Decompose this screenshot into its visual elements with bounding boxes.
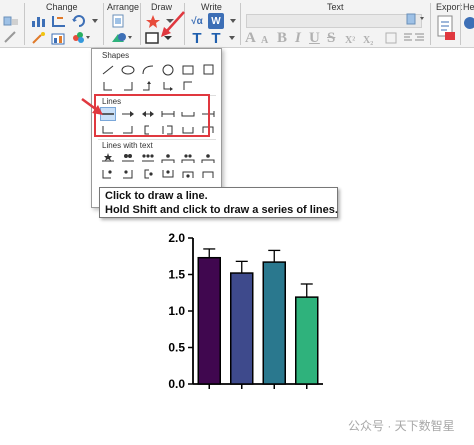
text-tool-label: T	[192, 29, 202, 47]
word-object-icon[interactable]: W	[208, 13, 224, 29]
group-separator	[460, 3, 461, 45]
arrange-group-label: Arrange	[107, 2, 140, 12]
text-end-bracket-tool[interactable]	[200, 167, 216, 181]
text-box-button[interactable]: T	[207, 29, 225, 47]
shapes-row-1	[100, 63, 216, 77]
y-tick-label: 2.0	[168, 231, 185, 245]
bracket-left-icon[interactable]	[100, 79, 116, 93]
bar	[295, 296, 319, 385]
text-step-tool[interactable]	[100, 167, 116, 181]
text-left-bracket-tool[interactable]	[140, 167, 156, 181]
elbow-right-icon[interactable]	[160, 79, 176, 93]
group-separator	[140, 3, 141, 45]
text-u-bracket-tool[interactable]	[160, 167, 176, 181]
tooltip-line-2: Hold Shift and click to draw a series of…	[105, 204, 338, 216]
y-tick-label: 1.5	[168, 268, 185, 282]
strikethrough-button[interactable]: S	[327, 31, 335, 46]
group-separator	[103, 3, 104, 45]
text-bracket-3-tool[interactable]	[200, 151, 216, 165]
lines-text-row-2	[100, 167, 216, 181]
change-group-label: Change	[46, 2, 78, 12]
dropdown-arrow-icon[interactable]	[90, 13, 100, 29]
y-tick-label: 0.0	[168, 377, 185, 391]
text-tool-button[interactable]: T	[188, 29, 206, 47]
bar-chart[interactable]: 0.0 0.5 1.0 1.5 2.0	[160, 228, 360, 408]
shapes-row-2	[100, 79, 196, 93]
y-tick-label: 0.5	[168, 341, 185, 355]
double-star-line-tool[interactable]	[120, 151, 136, 165]
bold-button[interactable]: B	[277, 31, 287, 46]
pen-icon[interactable]	[2, 30, 20, 44]
group-objects-icon[interactable]	[110, 30, 136, 46]
group-separator	[430, 3, 431, 45]
help-icon[interactable]	[462, 14, 474, 32]
ribbon-toolbar: Change Arrange Draw Write Text Export He	[0, 0, 474, 48]
greek-symbol-icon[interactable]	[384, 31, 398, 45]
lines-with-text-section-title: Lines with text	[102, 141, 153, 150]
export-icon[interactable]	[434, 13, 458, 43]
watermark-text: 公众号 · 天下数智星	[348, 419, 455, 433]
draw-line-tooltip: Click to draw a line. Hold Shift and cli…	[99, 187, 338, 218]
elbow-up-icon[interactable]	[140, 79, 156, 93]
red-pointer-arrow-icon	[81, 97, 103, 115]
lines-highlight-box	[94, 94, 210, 137]
text-align-icon[interactable]	[402, 31, 426, 45]
line-shape-icon[interactable]	[100, 63, 116, 77]
text-tool-dropdown-icon[interactable]	[226, 30, 238, 46]
arc-shape-icon[interactable]	[140, 63, 156, 77]
y-tick-label: 1.0	[168, 304, 185, 318]
square-shape-icon[interactable]	[200, 63, 216, 77]
red-pointer-arrow-icon	[158, 10, 186, 38]
lines-text-row-1	[100, 151, 216, 165]
section-divider	[98, 139, 216, 140]
equation-label: √α	[191, 15, 203, 27]
text-bracket-tool[interactable]	[160, 151, 176, 165]
refresh-icon[interactable]	[70, 13, 88, 29]
text-bracket-2-tool[interactable]	[180, 151, 196, 165]
help-group-label: He	[463, 2, 474, 12]
triple-star-line-tool[interactable]	[140, 151, 156, 165]
star-line-tool[interactable]	[100, 151, 116, 165]
subscript-button[interactable]: X₂	[363, 33, 373, 48]
underline-button[interactable]: U	[309, 31, 320, 46]
format-graph-icon[interactable]	[50, 30, 68, 46]
align-icon[interactable]	[110, 13, 128, 29]
magic-wand-icon[interactable]	[30, 30, 48, 46]
write-more-arrow-icon[interactable]	[227, 13, 239, 29]
decrease-font-size-button[interactable]: A	[261, 33, 268, 48]
bar	[230, 272, 254, 385]
partial-toolbar-button[interactable]	[2, 14, 20, 28]
bar	[262, 261, 286, 385]
text-corner-tool[interactable]	[120, 167, 136, 181]
superscript-button[interactable]: X²	[345, 33, 355, 48]
change-graph-type-icon[interactable]	[30, 13, 48, 29]
group-separator	[240, 3, 241, 45]
increase-font-size-button[interactable]: A	[245, 31, 256, 46]
bracket-right-icon[interactable]	[120, 79, 136, 93]
color-scheme-icon[interactable]	[70, 30, 92, 46]
write-group-label: Write	[201, 2, 222, 12]
circle-shape-icon[interactable]	[160, 63, 176, 77]
bracket-shape-icon[interactable]	[180, 79, 196, 93]
export-group-label: Export	[436, 2, 463, 12]
group-separator	[24, 3, 25, 45]
rectangle-shape-icon[interactable]	[180, 63, 196, 77]
bar	[197, 256, 221, 385]
word-label: W	[211, 15, 221, 27]
tooltip-line-1: Click to draw a line.	[105, 190, 208, 202]
swap-axes-icon[interactable]	[50, 13, 68, 29]
shapes-section-title: Shapes	[102, 51, 130, 60]
insert-equation-icon[interactable]: √α	[188, 13, 206, 29]
ellipse-shape-icon[interactable]	[120, 63, 136, 77]
text-option-icon[interactable]	[405, 12, 429, 26]
italic-button[interactable]: I	[295, 31, 301, 46]
font-name-box[interactable]	[246, 14, 422, 28]
text-group-label: Text	[327, 2, 344, 12]
text-box-label: T	[211, 29, 221, 47]
text-n-bracket-tool[interactable]	[180, 167, 196, 181]
